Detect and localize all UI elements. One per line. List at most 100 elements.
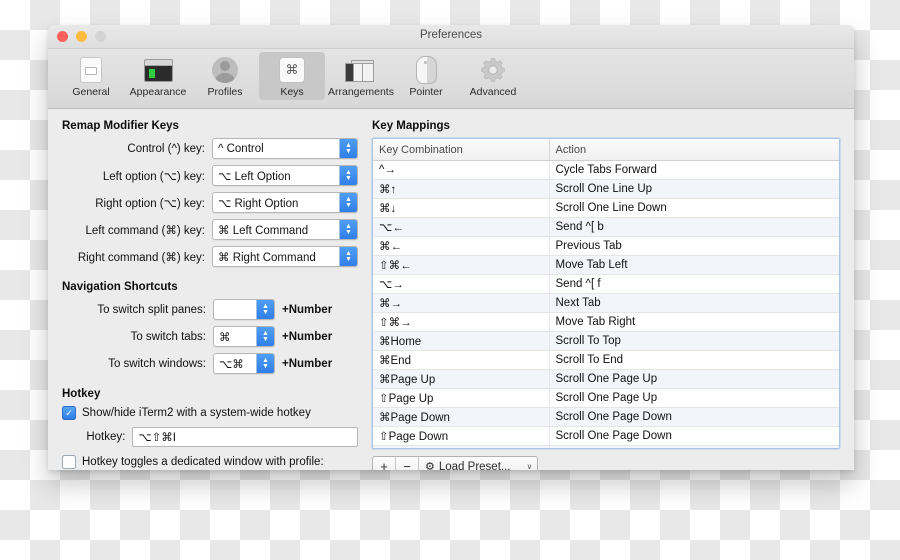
checkbox-icon-show-hide[interactable]: ✓ — [62, 406, 76, 420]
toolbar-tab-profiles[interactable]: Profiles — [192, 52, 258, 100]
hotkey-input[interactable]: ⌥⇧⌘I — [132, 427, 358, 447]
cell-action: Scroll To Top — [549, 331, 839, 351]
nav-split-panes-label: To switch split panes: — [97, 303, 206, 316]
nav-windows-popup[interactable]: ⌥⌘ ▲ ▼ — [213, 353, 275, 374]
display-icon — [60, 55, 122, 85]
cell-key-combination: ⌘Page Up — [373, 369, 550, 389]
column-header-action[interactable]: Action — [549, 139, 839, 161]
table-row[interactable]: ⌥← Send ^[ b — [373, 217, 839, 237]
cell-action: Move Tab Right — [549, 312, 839, 332]
stepper-arrows-icon[interactable]: ▲ ▼ — [256, 327, 274, 346]
remap-row-control: Control (^) key: ^ Control ▲ ▼ — [62, 138, 358, 159]
column-header-key-combination[interactable]: Key Combination — [373, 139, 550, 161]
remove-mapping-button[interactable]: − — [396, 457, 419, 470]
toolbar-tab-general-label: General — [72, 86, 110, 98]
table-row[interactable]: ⇧Page Down Scroll One Page Down — [373, 426, 839, 446]
cell-action — [549, 445, 839, 448]
toolbar-tab-pointer-label: Pointer — [409, 86, 443, 98]
toolbar-tab-arrangements-label: Arrangements — [328, 86, 394, 98]
nav-tabs-label: To switch tabs: — [130, 330, 206, 343]
table-row[interactable]: ⌘↑ Scroll One Line Up — [373, 179, 839, 199]
table-row[interactable]: ⇧⌘← Move Tab Left — [373, 255, 839, 275]
remap-row-left-option: Left option (⌥) key: ⌥ Left Option ▲ ▼ — [62, 165, 358, 186]
cell-key-combination: ⌥→ — [373, 274, 550, 294]
stepper-arrows-icon[interactable]: ▲ ▼ — [256, 300, 274, 319]
nav-row-split-panes: To switch split panes: ▲ ▼ +Number — [62, 299, 358, 320]
cell-key-combination: ^→ — [373, 160, 550, 180]
cell-action: Scroll To End — [549, 350, 839, 370]
window-title: Preferences — [419, 29, 482, 41]
nav-tabs-suffix: +Number — [282, 330, 333, 343]
toolbar-tab-general[interactable]: General — [58, 52, 124, 100]
toolbar-tab-arrangements[interactable]: Arrangements — [326, 52, 394, 100]
cell-key-combination: ⌘Home — [373, 331, 550, 351]
toolbar-tab-appearance[interactable]: Appearance — [125, 52, 191, 100]
table-row[interactable]: ⌘↓ Scroll One Line Down — [373, 198, 839, 218]
remap-right-command-popup[interactable]: ⌘ Right Command ▲ ▼ — [212, 246, 358, 267]
hotkey-dedicated-row[interactable]: Hotkey toggles a dedicated window with p… — [62, 455, 358, 469]
cell-key-combination: ⌘→ — [373, 293, 550, 313]
cell-key-combination — [373, 445, 550, 448]
remap-right-option-popup[interactable]: ⌥ Right Option ▲ ▼ — [212, 192, 358, 213]
hotkey-heading: Hotkey — [62, 388, 101, 400]
stepper-arrows-icon[interactable]: ▲ ▼ — [256, 354, 274, 373]
stepper-arrows-icon[interactable]: ▲ ▼ — [339, 166, 357, 185]
toolbar-tab-advanced[interactable]: Advanced — [460, 52, 526, 100]
toolbar-tab-pointer[interactable]: Pointer — [393, 52, 459, 100]
nav-split-panes-suffix: +Number — [282, 303, 333, 316]
load-preset-button[interactable]: ⚙ Load Preset... ∨ — [419, 457, 537, 471]
toolbar-tab-keys[interactable]: ⌘ Keys — [259, 52, 325, 100]
table-row[interactable]: ⌘Page Up Scroll One Page Up — [373, 369, 839, 389]
preferences-window: Preferences General Appearance Profiles … — [48, 25, 854, 470]
table-row[interactable]: ⌘End Scroll To End — [373, 350, 839, 370]
cell-action: Previous Tab — [549, 236, 839, 256]
stepper-arrows-icon[interactable]: ▲ ▼ — [339, 220, 357, 239]
cell-key-combination: ⌘↓ — [373, 198, 550, 218]
toolbar-tab-profiles-label: Profiles — [207, 86, 243, 98]
cell-action: Scroll One Page Up — [549, 369, 839, 389]
table-row[interactable] — [373, 445, 839, 448]
remap-control-label: Control (^) key: — [127, 142, 205, 155]
table-row[interactable]: ⌘→ Next Tab — [373, 293, 839, 313]
remap-left-command-label: Left command (⌘) key: — [85, 224, 205, 237]
table-row[interactable]: ⌘← Previous Tab — [373, 236, 839, 256]
cell-key-combination: ⌥← — [373, 217, 550, 237]
stepper-arrows-icon[interactable]: ▲ ▼ — [339, 193, 357, 212]
nav-windows-value: ⌥⌘ — [219, 358, 244, 371]
table-row[interactable]: ⌘Page Down Scroll One Page Down — [373, 407, 839, 427]
remap-control-popup[interactable]: ^ Control ▲ ▼ — [212, 138, 358, 159]
preferences-content: Remap Modifier Keys Control (^) key: ^ C… — [48, 109, 854, 470]
cell-key-combination: ⇧Page Down — [373, 426, 550, 446]
remap-left-option-value: ⌥ Left Option — [218, 170, 291, 183]
remap-row-right-option: Right option (⌥) key: ⌥ Right Option ▲ ▼ — [62, 192, 358, 213]
nav-split-panes-popup[interactable]: ▲ ▼ — [213, 299, 275, 320]
panes-icon — [328, 55, 390, 85]
key-mappings-table: Key Combination Action ^→ Cycle Tabs Forw… — [373, 139, 839, 448]
stepper-arrows-icon[interactable]: ▲ ▼ — [339, 247, 357, 266]
table-row[interactable]: ⌥→ Send ^[ f — [373, 274, 839, 294]
remap-right-command-label: Right command (⌘) key: — [77, 251, 205, 264]
table-row[interactable]: ^→ Cycle Tabs Forward — [373, 160, 839, 180]
nav-tabs-value: ⌘ — [219, 331, 231, 344]
add-mapping-button[interactable]: + — [373, 457, 396, 470]
table-row[interactable]: ⇧Page Up Scroll One Page Up — [373, 388, 839, 408]
stepper-arrows-icon[interactable]: ▲ ▼ — [339, 139, 357, 158]
nav-windows-label: To switch windows: — [108, 357, 206, 370]
remap-right-option-label: Right option (⌥) key: — [95, 197, 205, 210]
chevron-down-icon: ∨ — [526, 462, 533, 470]
remap-left-command-popup[interactable]: ⌘ Left Command ▲ ▼ — [212, 219, 358, 240]
window-titlebar: Preferences — [48, 25, 854, 49]
table-row[interactable]: ⌘Home Scroll To Top — [373, 331, 839, 351]
remap-left-option-popup[interactable]: ⌥ Left Option ▲ ▼ — [212, 165, 358, 186]
remap-right-option-value: ⌥ Right Option — [218, 197, 299, 210]
table-row[interactable]: ⇧⌘→ Move Tab Right — [373, 312, 839, 332]
hotkey-dedicated-label: Hotkey toggles a dedicated window with p… — [82, 456, 324, 468]
key-mappings-table-container[interactable]: Key Combination Action ^→ Cycle Tabs Forw… — [372, 138, 840, 449]
remap-row-right-command: Right command (⌘) key: ⌘ Right Command ▲… — [62, 246, 358, 267]
nav-tabs-popup[interactable]: ⌘ ▲ ▼ — [213, 326, 275, 347]
preferences-toolbar: General Appearance Profiles ⌘ Keys Arran… — [48, 49, 854, 109]
hotkey-show-hide-row[interactable]: ✓ Show/hide iTerm2 with a system-wide ho… — [62, 406, 358, 420]
cell-key-combination: ⇧Page Up — [373, 388, 550, 408]
remap-control-value: ^ Control — [218, 142, 264, 155]
checkbox-icon-dedicated-window[interactable] — [62, 455, 76, 469]
